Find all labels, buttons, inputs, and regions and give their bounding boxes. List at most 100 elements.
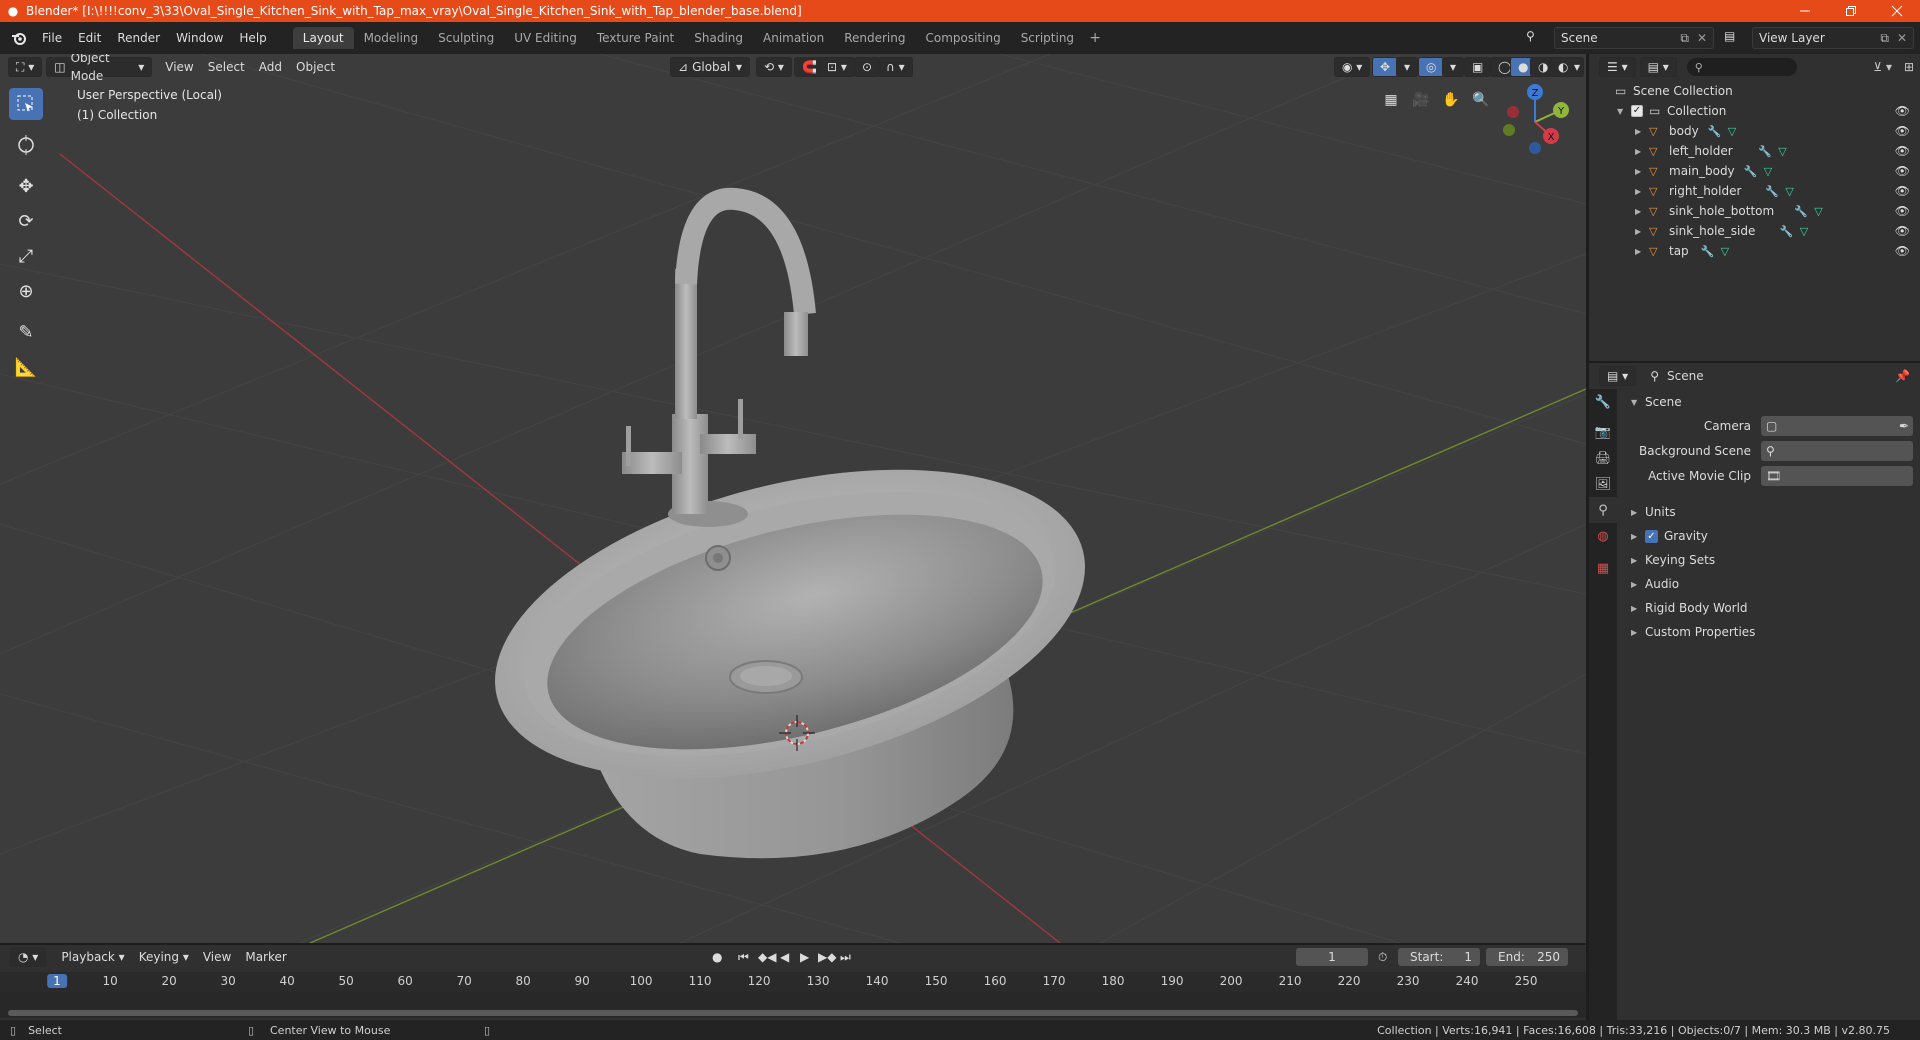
menu-render[interactable]: Render	[109, 27, 168, 49]
timeline-ruler[interactable]: 1 10 20 30 40 50 60 70 80 90 100 110 120 130 140 150 160…	[0, 972, 1586, 1018]
select-box-tool[interactable]	[9, 88, 43, 120]
mesh-data-icon[interactable]: ▽	[1764, 165, 1772, 178]
selectability-visibility-button[interactable]: ◉ ▾	[1334, 57, 1371, 77]
stopwatch-icon[interactable]: ⏱	[1378, 950, 1387, 965]
proportional-falloff-button[interactable]: ∩ ▾	[878, 57, 913, 77]
new-scene-icon[interactable]: ⧉	[1680, 31, 1689, 46]
expand-arrow-icon[interactable]: ▶	[1635, 127, 1641, 136]
scene-selector[interactable]: Scene ⧉ ✕	[1554, 27, 1714, 49]
jump-next-keyframe-button[interactable]: ▶◆	[818, 950, 836, 964]
outliner-object-row[interactable]: ▶ ▽ main_body 🔧 ▽ 👁	[1589, 161, 1920, 181]
tab-rendering[interactable]: Rendering	[834, 27, 915, 49]
current-frame-field[interactable]: 1	[1296, 948, 1368, 966]
modifier-wrench-icon[interactable]: 🔧	[1744, 165, 1758, 178]
transform-orientation-dropdown[interactable]: ⊿ Global ▾	[670, 57, 750, 77]
gizmo-options-button[interactable]: ▾	[1396, 57, 1419, 77]
mesh-data-icon[interactable]: ▽	[1800, 225, 1808, 238]
play-button[interactable]: ▶	[800, 950, 809, 964]
eye-icon[interactable]: 👁	[1895, 204, 1910, 218]
start-frame-field[interactable]: Start: 1	[1398, 948, 1480, 966]
cursor-tool[interactable]	[9, 129, 43, 161]
modifier-wrench-icon[interactable]: 🔧	[1758, 145, 1772, 158]
new-collection-icon[interactable]: ⊞	[1904, 60, 1914, 74]
mesh-data-icon[interactable]: ▽	[1814, 205, 1822, 218]
panel-gravity[interactable]: ▶ ✓ Gravity	[1621, 525, 1920, 547]
menu-file[interactable]: File	[34, 27, 70, 49]
outliner-search-field[interactable]: ⚲	[1686, 58, 1797, 76]
object-mode-dropdown[interactable]: ◫ Object Mode ▾	[46, 54, 153, 83]
pivot-point-button[interactable]: ⟲ ▾	[756, 57, 792, 77]
eye-icon[interactable]: 👁	[1895, 164, 1910, 178]
tab-modeling[interactable]: Modeling	[354, 27, 429, 49]
panel-custom-properties[interactable]: ▶ Custom Properties	[1621, 621, 1920, 643]
tab-uv-editing[interactable]: UV Editing	[504, 27, 587, 49]
maximize-button[interactable]	[1828, 0, 1874, 22]
overlays-options-button[interactable]: ▾	[1442, 57, 1465, 77]
play-reverse-button[interactable]: ◀	[780, 950, 789, 964]
viewport-menu-view[interactable]: View	[158, 57, 200, 77]
eye-icon[interactable]: 👁	[1895, 224, 1910, 238]
background-scene-field[interactable]: ⚲	[1761, 441, 1913, 461]
3d-viewport[interactable]: ⛶ ▾ ◫ Object Mode ▾ View Select Add Obje…	[0, 54, 1586, 943]
view-layer-icon[interactable]: ▤	[1724, 29, 1735, 43]
collapse-arrow-icon[interactable]: ▼	[1617, 107, 1623, 116]
filter-icon[interactable]: ⊻ ▾	[1873, 60, 1892, 74]
annotate-tool[interactable]: ✎	[9, 316, 43, 348]
minimize-button[interactable]	[1782, 0, 1828, 22]
outliner-object-row[interactable]: ▶ ▽ sink_hole_side 🔧 ▽ 👁	[1589, 221, 1920, 241]
scene-panel-header[interactable]: ▼ Scene	[1621, 391, 1920, 413]
properties-editor-type-button[interactable]: ▤ ▾	[1599, 366, 1637, 386]
timeline-editor-type-button[interactable]: ◔ ▾	[10, 947, 47, 967]
xray-toggle-button[interactable]: ▣	[1464, 57, 1492, 77]
expand-arrow-icon[interactable]: ▶	[1635, 247, 1641, 256]
transform-tool[interactable]: ⊕	[9, 275, 43, 307]
eye-icon[interactable]: 👁	[1895, 124, 1910, 138]
modifier-wrench-icon[interactable]: 🔧	[1794, 205, 1808, 218]
tab-output[interactable]: 🖨	[1589, 445, 1617, 471]
eyedropper-icon[interactable]: ✒	[1899, 419, 1909, 433]
tab-view-layer[interactable]: 🖼	[1589, 471, 1617, 497]
eye-icon[interactable]: 👁	[1895, 104, 1910, 118]
gizmo-neg-x[interactable]	[1507, 106, 1519, 118]
timeline-scrollbar[interactable]	[8, 1010, 1578, 1016]
gizmo-neg-z[interactable]	[1529, 142, 1541, 154]
blender-logo-icon[interactable]	[6, 25, 32, 51]
menu-help[interactable]: Help	[231, 27, 274, 49]
auto-keying-button[interactable]: ●	[712, 950, 722, 964]
tab-layout[interactable]: Layout	[292, 27, 354, 49]
mesh-data-icon[interactable]: ▽	[1785, 185, 1793, 198]
collection-checkbox[interactable]: ✓	[1631, 105, 1643, 117]
add-workspace-button[interactable]: +	[1084, 27, 1106, 49]
tab-texture-paint[interactable]: Texture Paint	[587, 27, 684, 49]
jump-start-button[interactable]: ⏮	[738, 950, 749, 965]
expand-arrow-icon[interactable]: ▶	[1635, 147, 1641, 156]
tab-scripting[interactable]: Scripting	[1011, 27, 1084, 49]
jump-prev-keyframe-button[interactable]: ◆◀	[758, 950, 776, 964]
outliner-editor-type-button[interactable]: ☰ ▾	[1599, 57, 1636, 77]
timeline-menu-marker[interactable]: Marker	[238, 947, 293, 967]
modifier-wrench-icon[interactable]: 🔧	[1765, 185, 1779, 198]
timeline-menu-playback[interactable]: Playback ▾	[54, 947, 131, 967]
proportional-edit-button[interactable]: ⊙	[854, 57, 881, 77]
end-frame-field[interactable]: End: 250	[1486, 948, 1568, 966]
tab-texture[interactable]: ▦	[1589, 555, 1617, 581]
delete-view-layer-icon[interactable]: ✕	[1897, 31, 1907, 45]
close-button[interactable]	[1874, 0, 1920, 22]
outliner-object-row[interactable]: ▶ ▽ left_holder 🔧 ▽ 👁	[1589, 141, 1920, 161]
tab-tool[interactable]: 🔧	[1589, 389, 1617, 415]
tab-render[interactable]: 📷	[1589, 419, 1617, 445]
expand-arrow-icon[interactable]: ▶	[1635, 207, 1641, 216]
view-layer-selector[interactable]: View Layer ⧉ ✕	[1752, 27, 1914, 49]
outliner-object-row[interactable]: ▶ ▽ body 🔧 ▽ 👁	[1589, 121, 1920, 141]
jump-end-button[interactable]: ⏭	[840, 950, 851, 965]
outliner-object-row[interactable]: ▶ ▽ sink_hole_bottom 🔧 ▽ 👁	[1589, 201, 1920, 221]
menu-edit[interactable]: Edit	[70, 27, 109, 49]
camera-field[interactable]: ▢ ✒	[1761, 416, 1913, 436]
tab-scene[interactable]: ⚲	[1589, 497, 1617, 523]
viewport-menu-select[interactable]: Select	[201, 57, 252, 77]
tab-shading[interactable]: Shading	[684, 27, 753, 49]
gravity-checkbox[interactable]: ✓	[1645, 529, 1658, 543]
delete-scene-icon[interactable]: ✕	[1697, 31, 1707, 45]
outliner-scene-collection[interactable]: ▭ Scene Collection	[1589, 81, 1920, 101]
zoom-view-button[interactable]: 🔍	[1468, 87, 1494, 113]
